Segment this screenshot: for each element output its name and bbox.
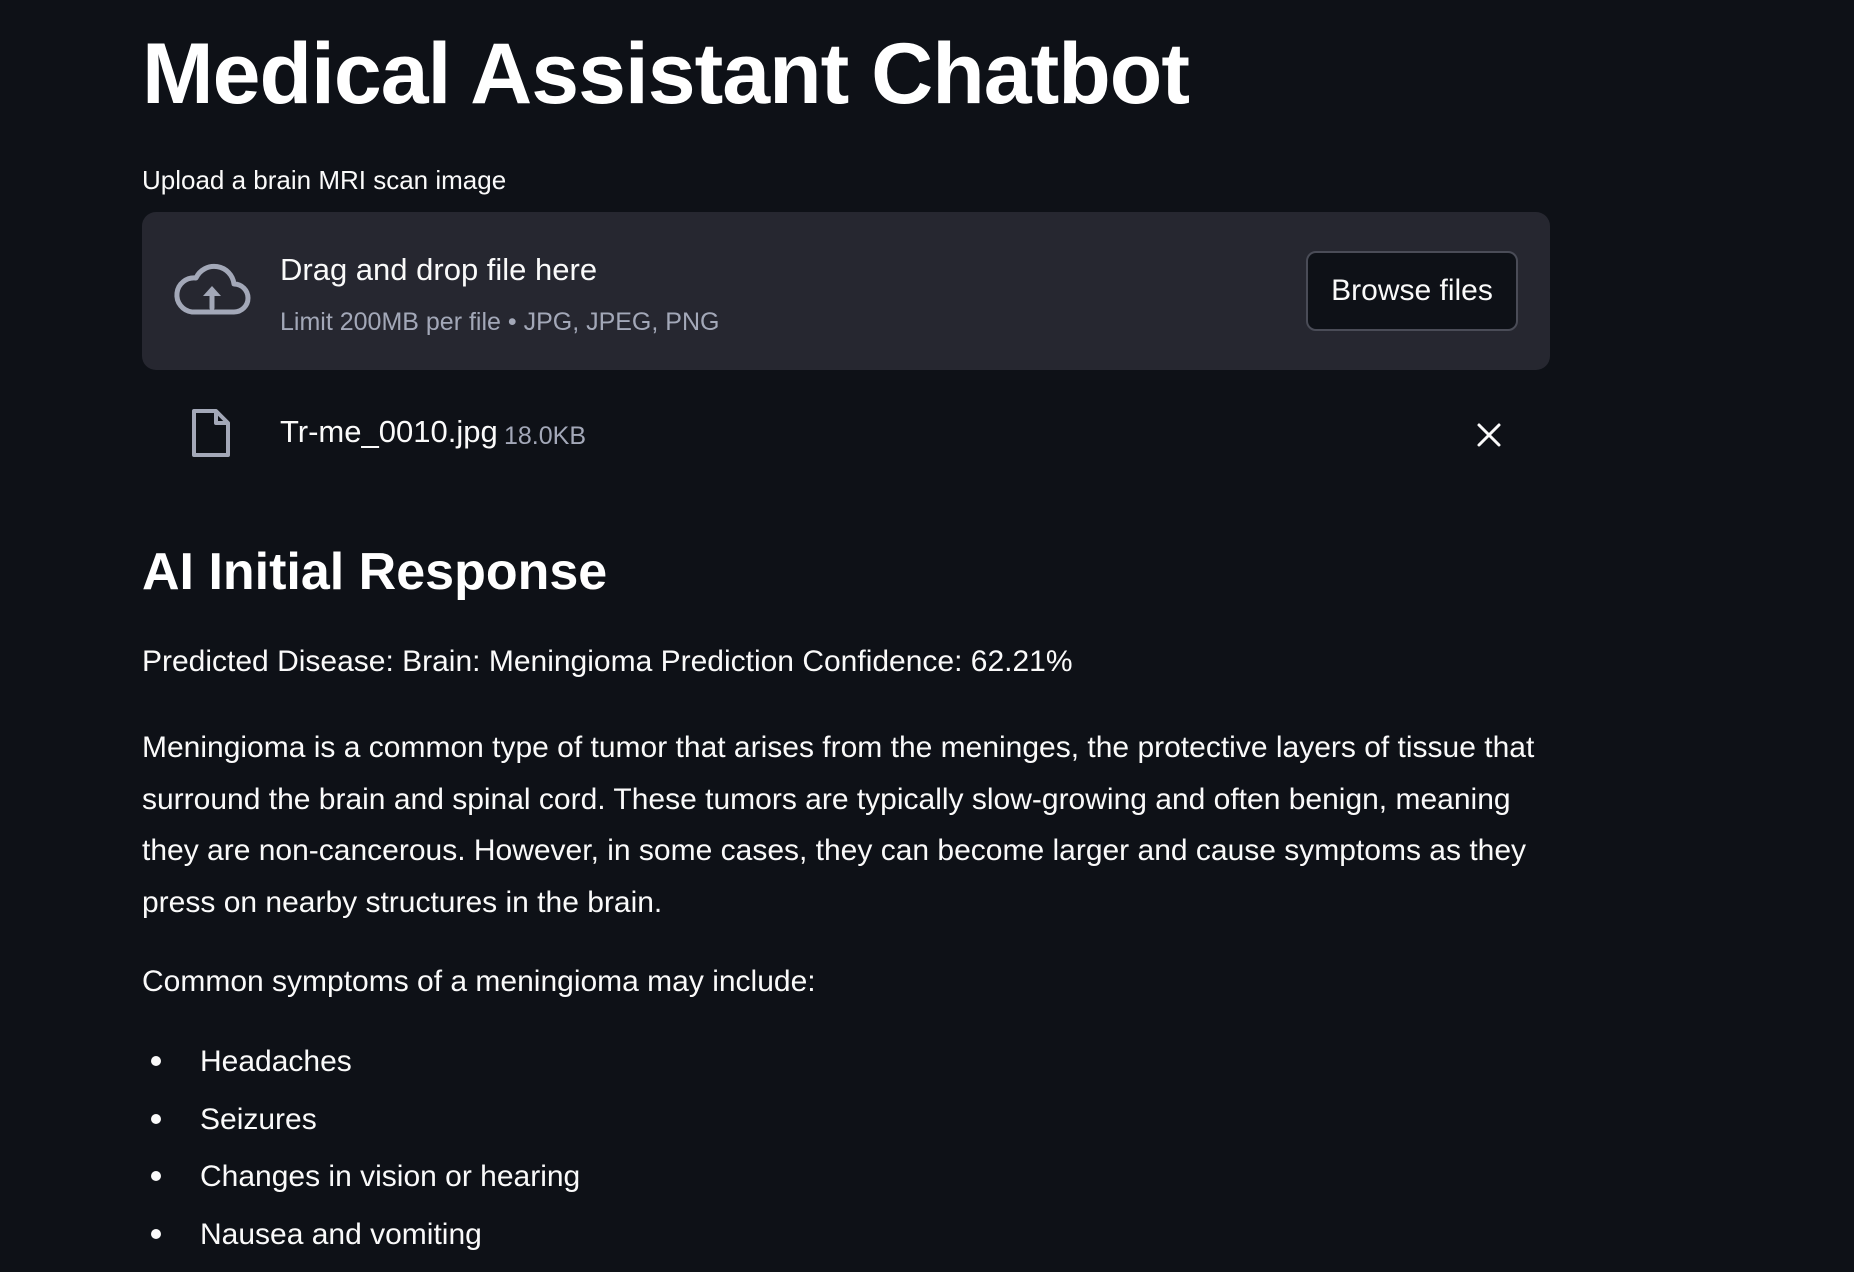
uploaded-file-row: Tr-me_0010.jpg 18.0KB (142, 396, 1550, 472)
file-dropzone[interactable]: Drag and drop file here Limit 200MB per … (142, 212, 1550, 370)
prediction-text: Predicted Disease: Brain: Meningioma Pre… (142, 645, 1073, 678)
page-title: Medical Assistant Chatbot (142, 26, 1190, 122)
bullet-icon (151, 1171, 161, 1181)
upload-label: Upload a brain MRI scan image (142, 165, 507, 195)
bullet-icon (151, 1056, 161, 1066)
browse-files-button[interactable]: Browse files (1306, 251, 1518, 331)
response-heading: AI Initial Response (142, 543, 608, 601)
symptoms-intro: Common symptoms of a meningioma may incl… (142, 965, 816, 998)
symptom-label: Headaches (200, 1045, 352, 1078)
description-paragraph: Meningioma is a common type of tumor tha… (142, 731, 1535, 919)
uploaded-file-size: 18.0KB (504, 422, 587, 450)
close-icon[interactable] (1474, 420, 1504, 450)
bullet-icon (151, 1228, 161, 1239)
symptom-label: Seizures (200, 1102, 317, 1136)
dropzone-limit-text: Limit 200MB per file • JPG, JPEG, PNG (280, 308, 720, 336)
app-page: Medical Assistant Chatbot Upload a brain… (0, 0, 1854, 1272)
uploaded-file-name: Tr-me_0010.jpg (280, 414, 498, 449)
symptom-label: Changes in vision or hearing (200, 1160, 581, 1193)
file-icon (192, 409, 230, 457)
cloud-upload-icon (174, 263, 251, 315)
symptom-label: Nausea and vomiting (200, 1217, 482, 1251)
dropzone-title: Drag and drop file here (280, 252, 598, 287)
bullet-icon (151, 1113, 161, 1124)
